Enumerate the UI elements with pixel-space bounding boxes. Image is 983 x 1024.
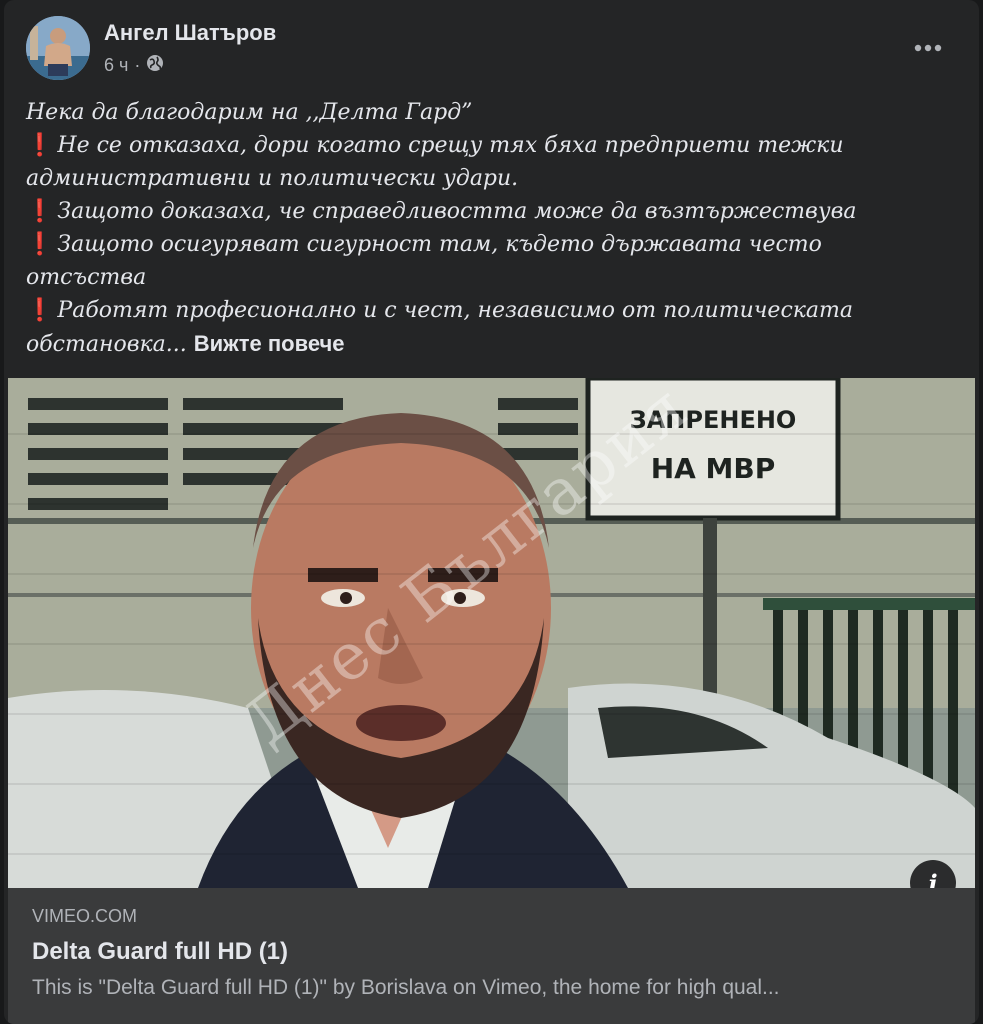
avatar-image (26, 16, 90, 80)
post-line: ❗ Работят професионално и с чест, независ… (26, 297, 853, 323)
post-line: ❗ Защото осигуряват сигурност там, където… (26, 231, 822, 257)
post-meta: 6 ч · (104, 54, 164, 77)
exclamation-icon: ❗ (26, 297, 54, 323)
post-line: ❗ Не се отказаха, дори когато срещу тях б… (26, 132, 844, 158)
post-line: обстановка... Вижте повече (26, 331, 345, 357)
more-dots-icon (914, 44, 942, 52)
sign-text-2: НА МВР (651, 452, 776, 485)
link-preview[interactable]: VIMEO.COM Delta Guard full HD (1) This i… (8, 888, 975, 1024)
video-thumbnail[interactable]: ЗАПРЕНЕНО НА МВР Днес България (8, 378, 975, 888)
post-line: Нека да благодарим на ,,Делта Гард” (26, 100, 473, 125)
post-line: ❗ Защото доказаха, че справедливостта мож… (26, 198, 857, 224)
exclamation-icon: ❗ (26, 132, 54, 158)
exclamation-icon: ❗ (26, 198, 54, 224)
post-text: Нека да благодарим на ,,Делта Гард” ❗ Не … (26, 96, 926, 361)
exclamation-icon: ❗ (26, 231, 54, 257)
post-line: административни и политически удари. (26, 166, 519, 191)
more-options-button[interactable] (911, 36, 945, 60)
link-domain: VIMEO.COM (32, 906, 138, 926)
link-title[interactable]: Delta Guard full HD (1) (32, 938, 288, 966)
link-description: This is "Delta Guard full HD (1)" by Bor… (32, 976, 780, 999)
post-time[interactable]: 6 ч (104, 55, 128, 76)
thumbnail-image: ЗАПРЕНЕНО НА МВР (8, 378, 975, 888)
see-more-link[interactable]: Вижте повече (194, 331, 345, 356)
post-card: Ангел Шатъров 6 ч · Нека да благодарим н… (4, 0, 979, 1024)
globe-icon (146, 54, 164, 77)
avatar[interactable] (26, 16, 90, 80)
post-line: отсъства (26, 265, 147, 290)
meta-separator: · (134, 55, 141, 75)
post-header: Ангел Шатъров 6 ч · (26, 14, 959, 84)
author-name[interactable]: Ангел Шатъров (104, 20, 276, 46)
